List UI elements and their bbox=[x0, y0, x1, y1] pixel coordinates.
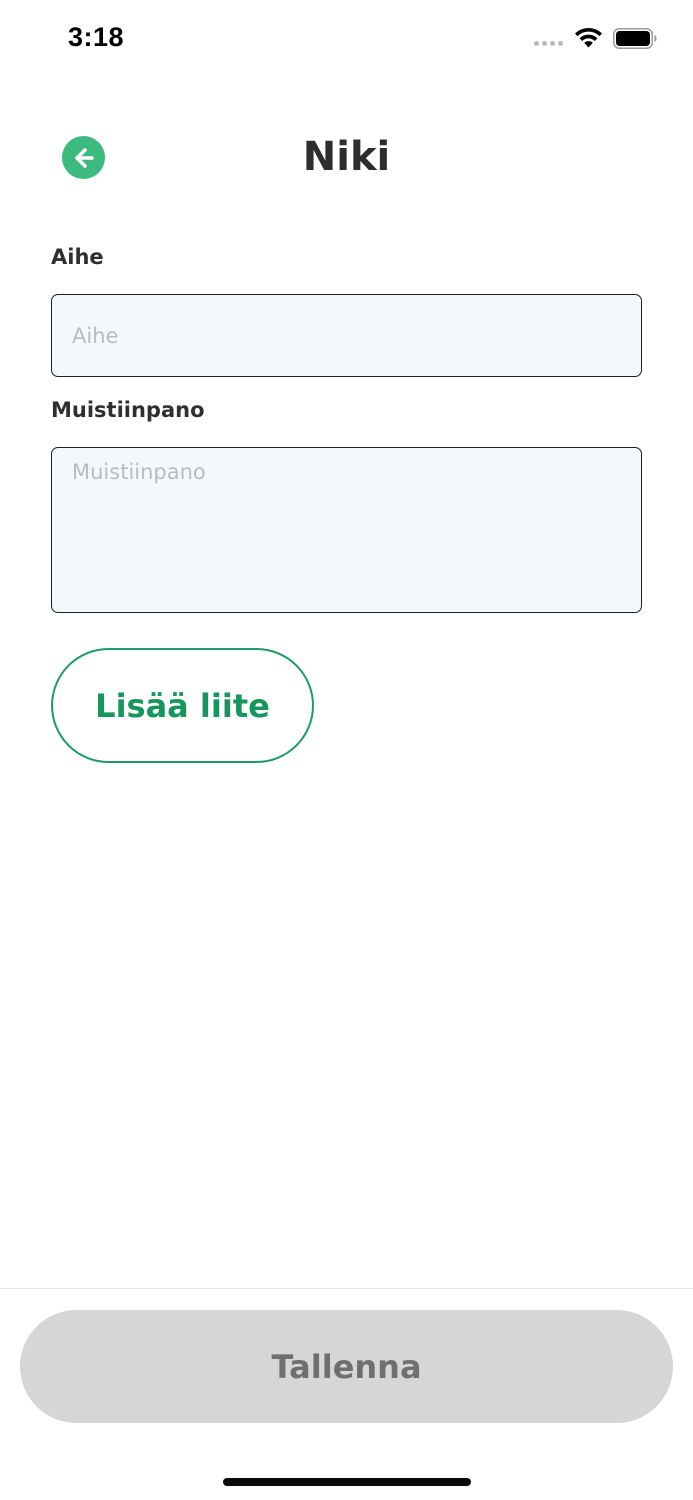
status-time: 3:18 bbox=[68, 22, 125, 52]
subject-label: Aihe bbox=[51, 245, 104, 269]
cellular-signal-icon bbox=[534, 41, 563, 46]
page-title: Niki bbox=[302, 134, 391, 180]
add-attachment-button[interactable]: Lisää liite bbox=[51, 648, 314, 763]
subject-input[interactable] bbox=[51, 294, 642, 377]
save-button[interactable]: Tallenna bbox=[20, 1310, 673, 1423]
note-textarea[interactable] bbox=[51, 447, 642, 613]
battery-icon bbox=[613, 28, 657, 49]
header: Niki bbox=[0, 118, 693, 198]
note-label: Muistiinpano bbox=[51, 398, 205, 422]
footer-divider bbox=[0, 1288, 693, 1289]
home-indicator bbox=[223, 1478, 471, 1486]
note-editor-screen: 3:18 Niki Aihe Muistiinpano Lisää liite … bbox=[0, 0, 693, 1500]
wifi-icon bbox=[575, 27, 602, 48]
status-bar: 3:18 bbox=[0, 0, 693, 78]
